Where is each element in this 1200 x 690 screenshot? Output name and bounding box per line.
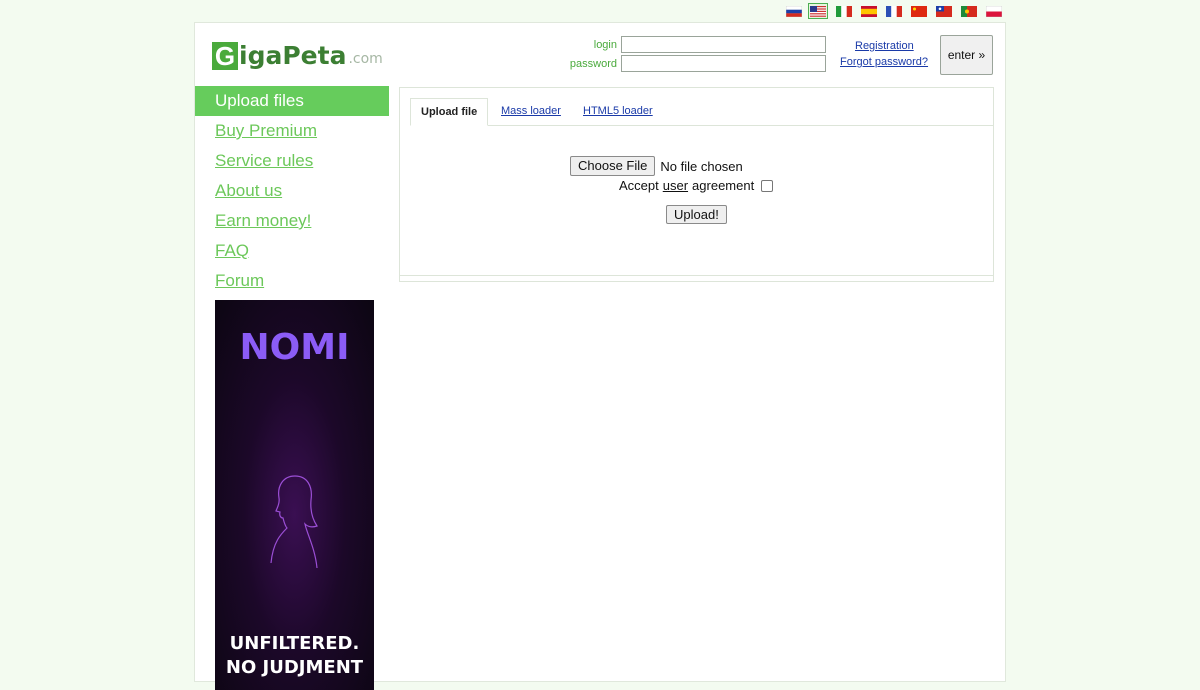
password-label: password (569, 58, 617, 70)
agreement-label: agreement (692, 178, 755, 193)
panel-divider (400, 275, 993, 276)
ad-tagline-1: UNFILTERED. (229, 633, 360, 654)
logo-initial: G (212, 42, 238, 70)
file-picker: Choose File No file chosen (570, 156, 743, 176)
forgot-password-link[interactable]: Forgot password? (840, 56, 928, 68)
flag-cn-icon[interactable] (909, 3, 929, 19)
sidebar-item-service-rules[interactable]: Service rules (195, 146, 389, 176)
sidebar-nav: Upload files Buy Premium Service rules A… (195, 86, 389, 296)
sidebar-item-upload-files[interactable]: Upload files (195, 86, 389, 116)
tab-mass-loader[interactable]: Mass loader (491, 98, 571, 125)
upload-panel: Upload file Mass loader HTML5 loader Cho… (399, 87, 994, 282)
agreement-row: Accept user agreement (619, 178, 774, 193)
sidebar-item-earn-money[interactable]: Earn money! (195, 206, 389, 236)
ad-silhouette-icon (270, 475, 318, 569)
sidebar-item-forum[interactable]: Forum (195, 266, 389, 296)
tab-html5-loader[interactable]: HTML5 loader (573, 98, 663, 125)
flag-it-icon[interactable] (834, 3, 854, 19)
flag-es-icon[interactable] (859, 3, 879, 19)
login-label: login (593, 39, 617, 51)
logo-text: igaPeta (239, 41, 347, 70)
registration-link[interactable]: Registration (855, 40, 914, 52)
accept-agreement-checkbox[interactable] (761, 179, 774, 192)
tab-upload-file[interactable]: Upload file (410, 98, 489, 126)
flag-fr-icon[interactable] (884, 3, 904, 19)
enter-button[interactable]: enter » (940, 35, 993, 75)
password-input[interactable] (621, 55, 826, 72)
sidebar-item-about-us[interactable]: About us (195, 176, 389, 206)
ad-banner[interactable]: NOMI UNFILTERED. NO JUDJMENT (215, 300, 374, 690)
flag-en-icon[interactable] (808, 3, 828, 19)
sidebar-item-faq[interactable]: FAQ (195, 236, 389, 266)
page-container: G igaPeta .com login password Registrati… (194, 22, 1006, 690)
flag-pt-icon[interactable] (959, 3, 979, 19)
login-input[interactable] (621, 36, 826, 53)
accept-label: Accept (619, 178, 659, 193)
logo-suffix: .com (348, 51, 383, 67)
sidebar-item-buy-premium[interactable]: Buy Premium (195, 116, 389, 146)
upload-tabs: Upload file Mass loader HTML5 loader (410, 98, 993, 126)
user-agreement-link[interactable]: user (663, 178, 688, 193)
choose-file-button[interactable]: Choose File (570, 156, 656, 176)
file-status: No file chosen (660, 158, 743, 174)
flag-ru-icon[interactable] (784, 3, 804, 19)
flag-pl-icon[interactable] (984, 3, 1004, 19)
upload-button[interactable]: Upload! (666, 205, 727, 224)
flag-tw-icon[interactable] (934, 3, 954, 19)
site-logo[interactable]: G igaPeta .com (212, 40, 383, 70)
ad-brand: NOMI (239, 327, 350, 368)
